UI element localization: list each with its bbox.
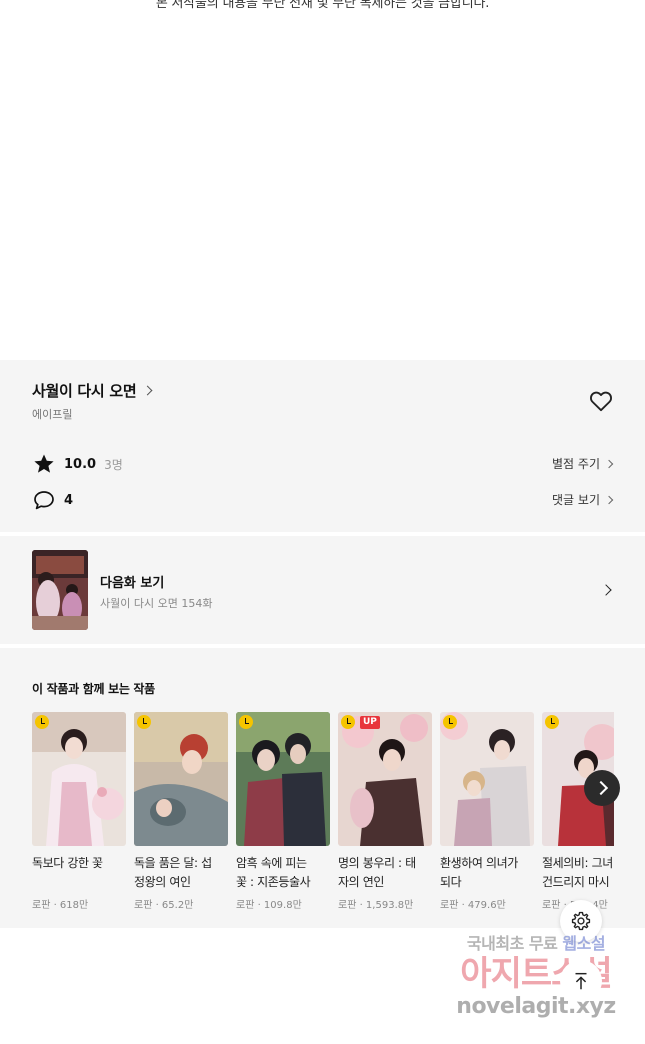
recommendation-section: 이 작품과 함께 보는 작품 독보다 강한 꽃 로판 · 618만 독을 품은 …	[0, 648, 645, 928]
clock-badge-icon	[239, 715, 253, 729]
arrow-up-icon	[575, 972, 587, 990]
recommended-title: 절세의비: 그녀 건드리지 마시	[542, 856, 613, 889]
recommended-title: 독보다 강한 꽃	[32, 856, 103, 870]
cover-image	[440, 712, 534, 846]
watermark-text: 국내최초 무료	[466, 934, 563, 953]
gear-icon	[571, 911, 591, 931]
star-icon	[34, 454, 54, 473]
recommended-meta: 로판 · 479.6만	[440, 900, 506, 911]
view-comments-button[interactable]: 댓글 보기	[552, 491, 614, 508]
recommended-title: 암흑 속에 피는 꽃 : 지존등술사	[236, 856, 311, 889]
rate-button[interactable]: 별점 주기	[552, 455, 614, 472]
recommended-meta: 로판 · 65.2만	[134, 900, 194, 911]
rating-count: 3명	[104, 457, 123, 472]
chevron-right-icon	[600, 584, 612, 596]
work-title: 사월이 다시 오면	[32, 382, 137, 400]
recommended-work[interactable]: 암흑 속에 피는 꽃 : 지존등술사 로판 · 109.8만	[236, 712, 330, 911]
chevron-right-icon	[142, 385, 153, 396]
rating-score: 10.0	[64, 456, 97, 472]
rate-button-label: 별점 주기	[552, 457, 600, 471]
recommended-meta: 로판 · 618만	[32, 900, 89, 911]
recommended-meta: 로판 · 109.8만	[236, 900, 302, 911]
comment-count: 4	[64, 492, 74, 508]
clock-badge-icon	[137, 715, 151, 729]
recommended-work[interactable]: 독을 품은 달: 섭 정왕의 여인 로판 · 65.2만	[134, 712, 228, 911]
recommended-work[interactable]: 환생하여 의녀가 되다 로판 · 479.6만	[440, 712, 534, 911]
next-episode-label: 다음화 보기	[100, 576, 165, 591]
recommended-work[interactable]: 독보다 강한 꽃 로판 · 618만	[32, 712, 126, 911]
watermark-line1: 국내최초 무료 웹소설	[446, 930, 626, 954]
comment-bubble-icon	[34, 491, 54, 510]
carousel-next-button[interactable]	[584, 770, 620, 806]
clock-badge-icon	[545, 715, 559, 729]
chevron-right-icon	[604, 495, 614, 504]
recommendation-heading: 이 작품과 함께 보는 작품	[32, 682, 155, 696]
settings-button[interactable]	[560, 900, 602, 942]
up-badge: UP	[360, 716, 380, 729]
scroll-top-button[interactable]	[560, 960, 602, 1002]
comment-row: 4 댓글 보기	[32, 488, 614, 512]
cover-image	[236, 712, 330, 846]
recommended-title: 환생하여 의녀가 되다	[440, 856, 518, 889]
work-info-card: 사월이 다시 오면 에이프릴 10.0 3명 별점 주기 4 댓글 보기	[0, 360, 645, 532]
next-episode-card[interactable]: 다음화 보기 사월이 다시 오면 154화	[0, 536, 645, 644]
cover-image	[134, 712, 228, 846]
chevron-right-icon	[604, 459, 614, 468]
recommended-title: 독을 품은 달: 섭 정왕의 여인	[134, 856, 212, 889]
copyright-notice: 본 저작물의 내용을 무단 전재 및 무단 복제하는 것을 금합니다.	[155, 0, 490, 11]
heart-icon[interactable]	[588, 388, 614, 414]
cover-image	[32, 712, 126, 846]
recommendation-carousel: 독보다 강한 꽃 로판 · 618만 독을 품은 달: 섭 정왕의 여인 로판 ·…	[32, 712, 614, 922]
next-episode-subtitle: 사월이 다시 오면 154화	[100, 597, 213, 610]
work-author: 에이프릴	[32, 408, 73, 421]
recommended-work[interactable]: UP 명의 봉우리 : 태 자의 연인 로판 · 1,593.8만	[338, 712, 432, 911]
rating-row: 10.0 3명 별점 주기	[32, 452, 614, 476]
clock-badge-icon	[35, 715, 49, 729]
recommended-title: 명의 봉우리 : 태 자의 연인	[338, 856, 416, 889]
clock-badge-icon	[341, 715, 355, 729]
work-title-link[interactable]: 사월이 다시 오면	[32, 380, 153, 401]
view-comments-label: 댓글 보기	[552, 493, 600, 507]
clock-badge-icon	[443, 715, 457, 729]
recommended-work[interactable]: 절세의비: 그녀건드리지 마시 로판 · 503.4만	[542, 712, 614, 911]
watermark-line3: novelagit.xyz	[456, 994, 616, 1019]
recommended-meta: 로판 · 1,593.8만	[338, 900, 414, 911]
next-episode-thumbnail	[32, 550, 88, 630]
cover-image: UP	[338, 712, 432, 846]
